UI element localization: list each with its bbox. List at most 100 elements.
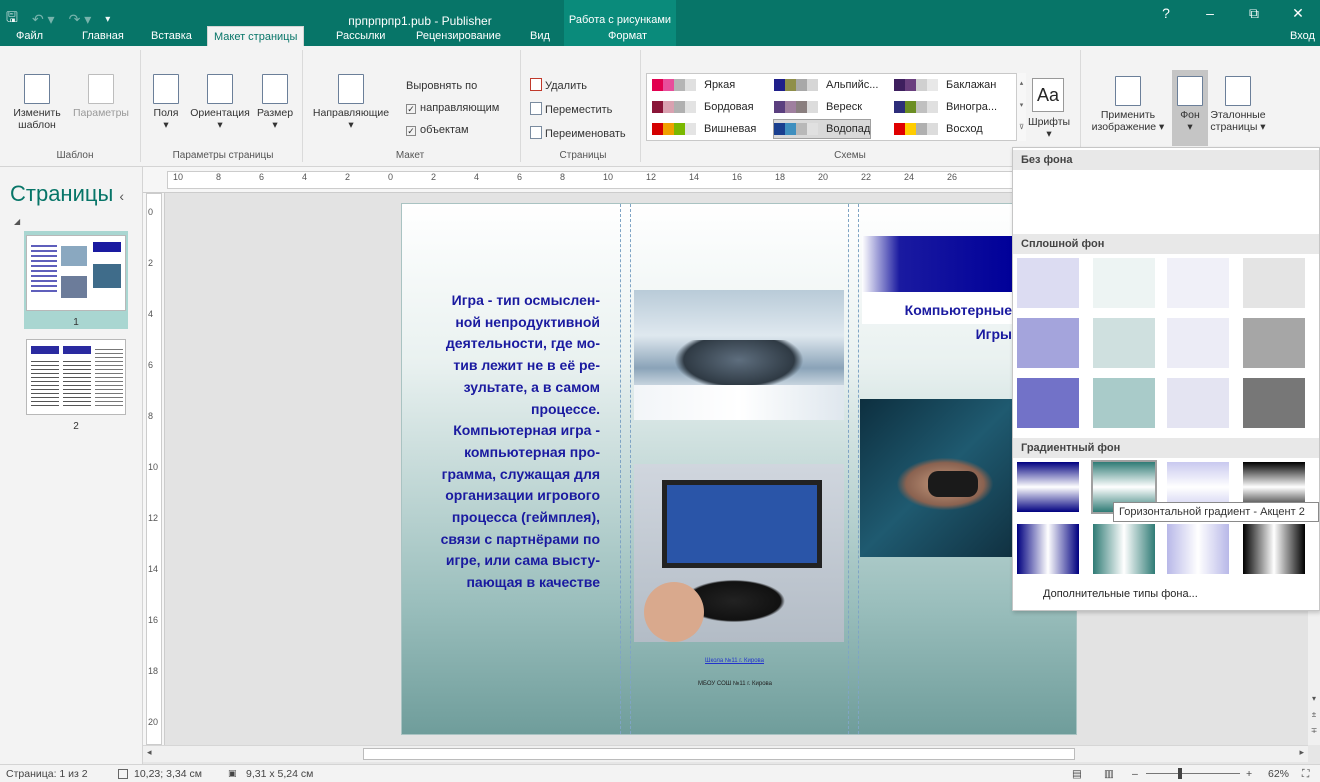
- ruler-number: 10: [173, 172, 184, 182]
- color-scheme-item[interactable]: Вереск: [774, 98, 862, 116]
- sign-in-link[interactable]: Вход: [1284, 26, 1320, 46]
- color-scheme-item[interactable]: Альпийс...: [774, 76, 878, 94]
- apply-image-icon: [1115, 76, 1141, 106]
- color-scheme-item[interactable]: Баклажан: [894, 76, 996, 94]
- tab-format[interactable]: Формат: [602, 26, 653, 46]
- zoom-in-button[interactable]: +: [1246, 768, 1252, 780]
- solid-swatch[interactable]: [1243, 258, 1305, 308]
- page-indicator[interactable]: Страница: 1 из 2: [6, 768, 88, 780]
- two-page-view-icon[interactable]: ▥: [1104, 768, 1114, 780]
- game-screenshot-image[interactable]: [634, 290, 844, 420]
- solid-swatch[interactable]: [1167, 258, 1229, 308]
- gamepad-hands-image[interactable]: [860, 399, 1014, 557]
- solid-swatch[interactable]: [1167, 378, 1229, 428]
- rename-page-button[interactable]: Переименовать: [530, 126, 626, 140]
- swatch-tooltip: Горизонтальной градиент - Акцент 2: [1113, 502, 1319, 522]
- single-page-view-icon[interactable]: ▤: [1072, 768, 1082, 780]
- fonts-button[interactable]: Шрифты ▾: [1026, 116, 1072, 140]
- template-params-button[interactable]: Параметры: [66, 74, 136, 119]
- solid-swatch[interactable]: [1093, 318, 1155, 368]
- gradient-swatch[interactable]: [1243, 524, 1305, 574]
- schemes-scroll[interactable]: ▴ ▾ ⊽: [1016, 73, 1026, 141]
- ruler-number: 12: [646, 172, 657, 182]
- ruler-number: 16: [148, 615, 159, 625]
- solid-swatch[interactable]: [1243, 318, 1305, 368]
- scheme-swatch: [774, 101, 818, 113]
- vertical-ruler[interactable]: 0 2 4 6 8 10 12 14 16 18 20: [143, 193, 165, 745]
- scroll-left-icon[interactable]: ◂: [147, 747, 152, 758]
- solid-swatch[interactable]: [1017, 258, 1079, 308]
- restore-button[interactable]: ⧉: [1232, 0, 1276, 26]
- gamepad-tv-image[interactable]: [634, 464, 844, 642]
- gradient-swatch[interactable]: [1093, 524, 1155, 574]
- guides-icon: [338, 74, 364, 104]
- move-page-button[interactable]: Переместить: [530, 102, 612, 116]
- orientation-button[interactable]: Ориентация ▾: [184, 74, 256, 131]
- body-text-line: грамма, служащая для: [441, 465, 600, 482]
- align-objects-checkbox[interactable]: ✓ объектам: [406, 124, 469, 136]
- page-thumb-2[interactable]: [26, 339, 126, 415]
- solid-swatch[interactable]: [1243, 378, 1305, 428]
- color-scheme-item[interactable]: Яркая: [652, 76, 735, 94]
- solid-swatch[interactable]: [1017, 318, 1079, 368]
- no-background-option[interactable]: [1017, 172, 1315, 230]
- minimize-button[interactable]: –: [1188, 0, 1232, 26]
- zoom-slider-track[interactable]: [1146, 773, 1240, 774]
- solid-swatch[interactable]: [1017, 378, 1079, 428]
- color-scheme-item[interactable]: Бордовая: [652, 98, 754, 116]
- margins-button[interactable]: Поля ▾: [146, 74, 186, 131]
- footer-link[interactable]: Школа №11 г. Кирова: [705, 658, 764, 664]
- tab-mailings[interactable]: Рассылки: [330, 26, 391, 46]
- color-scheme-item[interactable]: Восход: [894, 120, 983, 138]
- solid-swatch[interactable]: [1093, 378, 1155, 428]
- background-button[interactable]: Фон ▾: [1172, 76, 1208, 133]
- more-background-types[interactable]: Дополнительные типы фона...: [1043, 588, 1198, 600]
- publication-page[interactable]: Игра - тип осмыслен-ной непродуктивной де…: [401, 203, 1077, 735]
- tab-view[interactable]: Вид: [524, 26, 556, 46]
- change-template-button[interactable]: Изменить шаблон: [4, 74, 70, 131]
- title-line-2[interactable]: Игры: [872, 326, 1012, 342]
- delete-page-button[interactable]: Удалить: [530, 78, 587, 92]
- color-scheme-item[interactable]: Водопад: [772, 119, 872, 139]
- horizontal-scroll-thumb[interactable]: [363, 748, 1075, 760]
- body-text-frame[interactable]: Игра - тип осмыслен-ной непродуктивной де…: [414, 290, 600, 594]
- gradient-swatch[interactable]: [1167, 524, 1229, 574]
- color-scheme-item[interactable]: Виногра...: [894, 98, 997, 116]
- collapse-section-icon[interactable]: ◢: [14, 217, 20, 226]
- body-text-line: процесса (геймплея),: [451, 509, 600, 526]
- master-pages-button[interactable]: Эталонные страницы ▾: [1206, 76, 1270, 133]
- align-guides-checkbox[interactable]: ✓ направляющим: [406, 102, 499, 114]
- solid-background-heading: Сплошной фон: [1013, 234, 1319, 254]
- horizontal-scrollbar[interactable]: ◂ ▸: [143, 745, 1308, 762]
- color-scheme-item[interactable]: Вишневая: [652, 120, 756, 138]
- apply-image-button[interactable]: Применить изображение ▾: [1090, 76, 1166, 133]
- thumb-text-lines: [31, 242, 57, 292]
- body-text-line: организации игрового: [445, 487, 600, 504]
- object-position: 10,23; 3,34 см: [134, 768, 202, 780]
- size-button[interactable]: Размер ▾: [254, 74, 296, 131]
- tab-review[interactable]: Рецензирование: [410, 26, 507, 46]
- solid-swatch[interactable]: [1167, 318, 1229, 368]
- guides-button[interactable]: Направляющие ▾: [306, 74, 396, 131]
- fonts-icon[interactable]: Aa: [1032, 78, 1064, 112]
- fit-page-icon[interactable]: ⛶: [1302, 768, 1309, 781]
- gradient-swatch[interactable]: [1017, 524, 1079, 574]
- zoom-slider-thumb[interactable]: [1178, 768, 1182, 779]
- page-thumb-1[interactable]: [26, 235, 126, 311]
- collapse-pane-icon[interactable]: ‹: [119, 188, 124, 204]
- zoom-level[interactable]: 62%: [1268, 768, 1289, 780]
- close-button[interactable]: ✕: [1276, 0, 1320, 26]
- tab-insert[interactable]: Вставка: [145, 26, 198, 46]
- scroll-right-icon[interactable]: ▸: [1299, 747, 1304, 758]
- tab-home[interactable]: Главная: [76, 26, 130, 46]
- title-line-1[interactable]: Компьютерные: [872, 302, 1012, 318]
- gradient-swatch[interactable]: [1017, 462, 1079, 512]
- ribbon-separator: [140, 50, 141, 162]
- scroll-arrows-icon[interactable]: ▾ ± ∓: [1310, 691, 1318, 739]
- help-button[interactable]: ?: [1144, 0, 1188, 26]
- tab-file[interactable]: Файл: [10, 26, 49, 46]
- tab-page-layout[interactable]: Макет страницы: [207, 26, 305, 48]
- solid-swatch[interactable]: [1093, 258, 1155, 308]
- zoom-out-button[interactable]: –: [1132, 768, 1138, 780]
- body-text-line: Компьютерная игра -: [453, 422, 600, 439]
